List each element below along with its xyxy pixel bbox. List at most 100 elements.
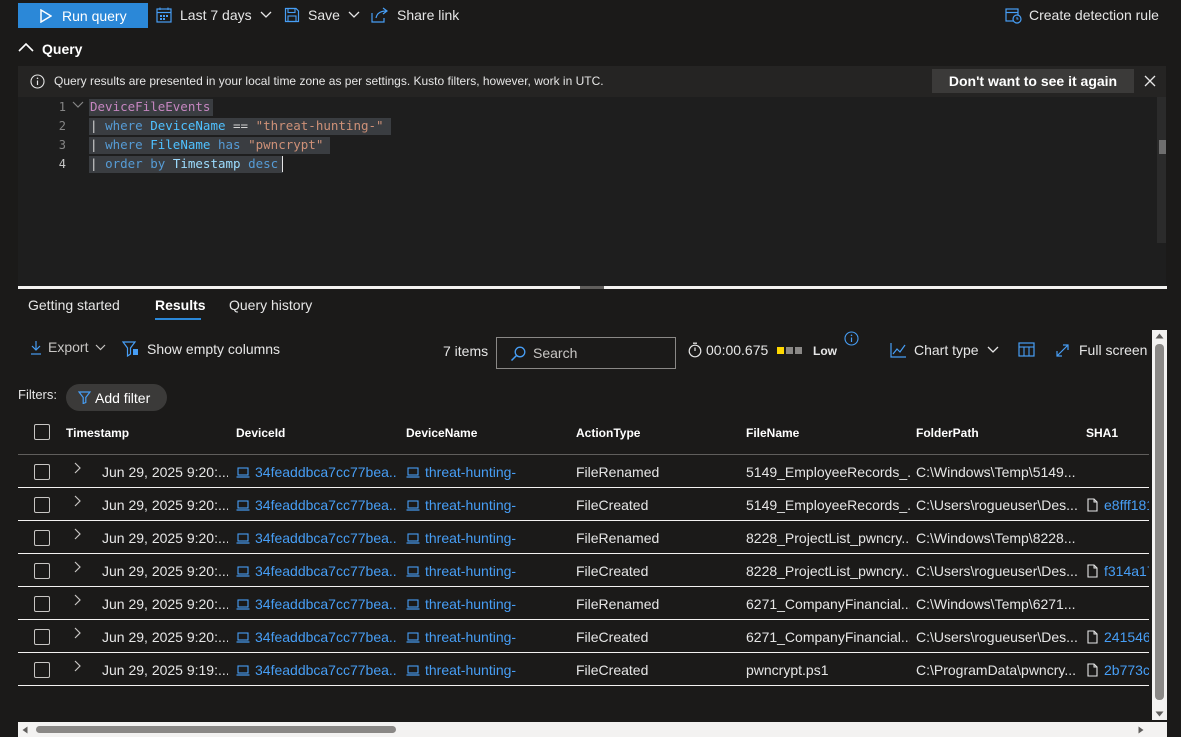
run-query-button[interactable]: Run query (18, 3, 148, 28)
column-header-sha1[interactable]: SHA1 (1086, 426, 1118, 440)
editor-scrollbar[interactable] (1157, 97, 1166, 243)
column-options-icon[interactable] (1018, 342, 1036, 358)
vertical-scroll-thumb[interactable] (1155, 344, 1164, 700)
chevron-right-icon[interactable] (74, 462, 81, 474)
device-icon (236, 566, 250, 577)
dont-show-again-button[interactable]: Don't want to see it again (932, 69, 1134, 93)
row-checkbox[interactable] (34, 497, 50, 513)
usage-level-label: Low (813, 344, 837, 358)
full-screen-button[interactable]: Full screen (1055, 342, 1147, 358)
cell-sha1[interactable]: 2b773c (1104, 662, 1149, 678)
chevron-down-icon (348, 11, 360, 19)
table-row[interactable]: Jun 29, 2025 9:20:... 34feaddbca7cc77bea.… (18, 521, 1149, 554)
cell-device-id[interactable]: 34feaddbca7cc77bea... (255, 464, 397, 480)
chevron-right-icon[interactable] (74, 627, 81, 639)
row-checkbox[interactable] (34, 596, 50, 612)
table-row[interactable]: Jun 29, 2025 9:20:... 34feaddbca7cc77bea.… (18, 488, 1149, 521)
code-line-1: DeviceFileEvents (90, 99, 210, 114)
scroll-up-icon[interactable] (1155, 333, 1164, 339)
horizontal-scroll-thumb[interactable] (36, 726, 396, 733)
tab-results[interactable]: Results (155, 297, 206, 313)
run-query-label: Run query (62, 7, 127, 24)
show-empty-columns-button[interactable]: Show empty columns (122, 341, 280, 357)
scroll-down-icon[interactable] (1155, 711, 1164, 717)
scroll-left-icon[interactable] (22, 726, 28, 734)
document-icon (1087, 630, 1098, 644)
chevron-right-icon[interactable] (74, 594, 81, 606)
resource-usage-meter (777, 347, 802, 354)
results-search-box[interactable] (496, 337, 676, 369)
cell-device-id[interactable]: 34feaddbca7cc77bea... (255, 596, 397, 612)
table-row[interactable]: Jun 29, 2025 9:20:... 34feaddbca7cc77bea.… (18, 554, 1149, 587)
cell-sha1[interactable]: e8fff181 (1104, 497, 1149, 513)
chevron-right-icon[interactable] (74, 495, 81, 507)
row-checkbox[interactable] (34, 629, 50, 645)
row-checkbox[interactable] (34, 662, 50, 678)
row-checkbox[interactable] (34, 530, 50, 546)
cell-device-id[interactable]: 34feaddbca7cc77bea... (255, 563, 397, 579)
create-detection-rule-button[interactable]: Create detection rule (1005, 5, 1159, 25)
info-icon[interactable] (844, 331, 859, 346)
code-token: has (217, 137, 241, 152)
cell-device-name[interactable]: threat-hunting- (425, 563, 565, 579)
row-checkbox[interactable] (34, 464, 50, 480)
time-range-dropdown[interactable]: Last 7 days (156, 5, 272, 25)
calendar-clock-icon (1005, 7, 1022, 24)
chevron-right-icon[interactable] (74, 561, 81, 573)
cell-device-name[interactable]: threat-hunting- (425, 464, 565, 480)
code-token: by (150, 156, 166, 171)
cell-device-name[interactable]: threat-hunting- (425, 629, 565, 645)
fold-chevron-icon[interactable] (72, 101, 84, 109)
column-header-filename[interactable]: FileName (746, 426, 799, 440)
cell-device-id[interactable]: 34feaddbca7cc77bea... (255, 497, 397, 513)
tab-query-history[interactable]: Query history (229, 297, 312, 313)
add-filter-button[interactable]: Add filter (66, 384, 167, 411)
cell-device-name[interactable]: threat-hunting- (425, 530, 565, 546)
search-input[interactable] (533, 344, 668, 362)
cell-sha1[interactable]: f314a17 (1104, 563, 1149, 579)
line-number: 4 (58, 157, 66, 171)
select-all-checkbox[interactable] (34, 424, 50, 440)
query-section-header[interactable]: Query (0, 36, 1181, 62)
cell-device-id[interactable]: 34feaddbca7cc77bea... (255, 662, 397, 678)
save-dropdown[interactable]: Save (284, 5, 360, 25)
table-row[interactable]: Jun 29, 2025 9:20:... 34feaddbca7cc77bea.… (18, 620, 1149, 653)
column-header-devicename[interactable]: DeviceName (406, 426, 477, 440)
editor-scrollbar-thumb[interactable] (1159, 140, 1166, 154)
cell-device-name[interactable]: threat-hunting- (425, 497, 565, 513)
column-header-timestamp[interactable]: Timestamp (66, 426, 129, 440)
table-row[interactable]: Jun 29, 2025 9:19:... 34feaddbca7cc77bea.… (18, 653, 1149, 686)
active-tab-indicator (155, 318, 201, 320)
cell-device-name[interactable]: threat-hunting- (425, 662, 565, 678)
code-token: == (233, 118, 249, 133)
column-header-folderpath[interactable]: FolderPath (916, 426, 979, 440)
cell-folder-path: C:\Windows\Temp\6271... (916, 596, 1076, 612)
table-row[interactable]: Jun 29, 2025 9:20:... 34feaddbca7cc77bea.… (18, 455, 1149, 488)
cell-sha1[interactable]: 2415467 (1104, 629, 1149, 645)
editor-gutter (18, 97, 26, 286)
share-link-button[interactable]: Share link (371, 5, 459, 25)
cell-device-id[interactable]: 34feaddbca7cc77bea... (255, 629, 397, 645)
cell-device-name[interactable]: threat-hunting- (425, 596, 565, 612)
results-horizontal-scrollbar[interactable] (18, 722, 1149, 737)
close-icon[interactable] (1144, 75, 1156, 87)
results-vertical-scrollbar[interactable] (1152, 330, 1167, 720)
item-count: 7 items (443, 343, 489, 359)
chevron-right-icon[interactable] (74, 660, 81, 672)
cell-device-id[interactable]: 34feaddbca7cc77bea... (255, 530, 397, 546)
cell-action-type: FileCreated (576, 497, 649, 513)
line-number: 1 (58, 100, 66, 114)
code-token: where (105, 137, 143, 152)
scroll-right-icon[interactable] (1138, 726, 1144, 734)
column-header-actiontype[interactable]: ActionType (576, 426, 640, 440)
table-row[interactable]: Jun 29, 2025 9:20:... 34feaddbca7cc77bea.… (18, 587, 1149, 620)
chart-type-dropdown[interactable]: Chart type (890, 342, 999, 358)
tab-getting-started[interactable]: Getting started (28, 297, 120, 313)
export-dropdown[interactable]: Export (30, 339, 106, 355)
chevron-right-icon[interactable] (74, 528, 81, 540)
cell-action-type: FileCreated (576, 629, 649, 645)
cell-timestamp: Jun 29, 2025 9:20:... (102, 563, 228, 579)
row-checkbox[interactable] (34, 563, 50, 579)
device-icon (236, 467, 250, 478)
column-header-deviceid[interactable]: DeviceId (236, 426, 285, 440)
